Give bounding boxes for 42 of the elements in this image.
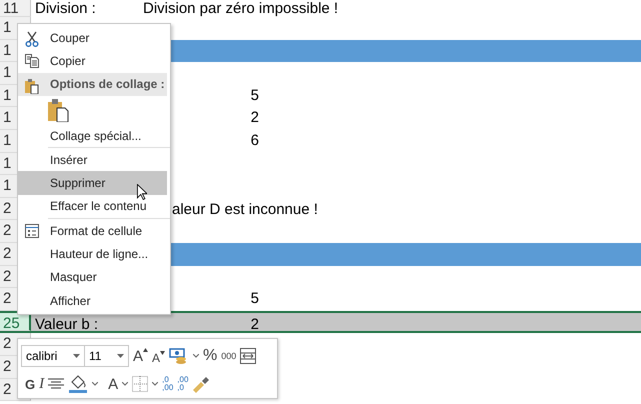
caret-icon[interactable] (92, 382, 98, 386)
shrink-font-button[interactable]: A (152, 348, 166, 364)
row-number[interactable]: 25 (0, 312, 31, 332)
table-cell: 5 (250, 290, 259, 308)
decrease-decimal-button[interactable]: ,00 ,0 (177, 376, 188, 392)
format-cells-icon (25, 224, 39, 238)
increase-decimal-button[interactable]: ,0 ,00 (162, 376, 174, 392)
caret-icon (73, 354, 80, 358)
percent-button[interactable]: % (203, 347, 218, 365)
italic-button[interactable]: I (39, 376, 44, 392)
menu-item[interactable]: Supprimer (18, 171, 167, 195)
paste-icon[interactable] (48, 98, 70, 122)
grow-font-button[interactable]: A (133, 348, 148, 364)
table-cell: Division : (35, 0, 96, 17)
borders-icon[interactable] (132, 376, 148, 392)
paste-options-header: Options de collage : (18, 72, 167, 96)
row-number[interactable]: 11 (0, 0, 31, 17)
wrap-text-icon[interactable] (240, 348, 256, 364)
format-painter-icon[interactable] (192, 375, 210, 393)
table-cell: Division par zéro impossible ! (143, 0, 338, 17)
scissors-icon (25, 31, 39, 47)
copy-icon (25, 54, 39, 68)
table-cell: 2 (250, 316, 259, 333)
thousands-button[interactable]: 000 (221, 351, 236, 361)
caret-icon[interactable] (193, 354, 200, 358)
font-color-button[interactable]: A (108, 376, 118, 392)
mouse-cursor-icon (137, 184, 147, 200)
table-cell: aleur D est inconnue ! (172, 200, 318, 218)
table-cell: 6 (250, 132, 259, 149)
caret-icon[interactable] (122, 382, 128, 386)
align-center-icon[interactable] (48, 378, 64, 390)
font-size-dropdown[interactable]: 11 (84, 345, 129, 367)
up-triangle-icon (143, 348, 148, 352)
table-cell: 5 (250, 86, 259, 104)
table-cell: Valeur b : (35, 316, 98, 333)
table-cell: 2 (250, 109, 259, 126)
fill-bucket-icon[interactable] (68, 375, 88, 393)
down-triangle-icon (160, 350, 166, 354)
caret-icon (117, 354, 124, 358)
caret-icon[interactable] (152, 382, 158, 386)
font-name-dropdown[interactable]: calibri (21, 345, 85, 367)
clipboard-icon (25, 78, 39, 94)
